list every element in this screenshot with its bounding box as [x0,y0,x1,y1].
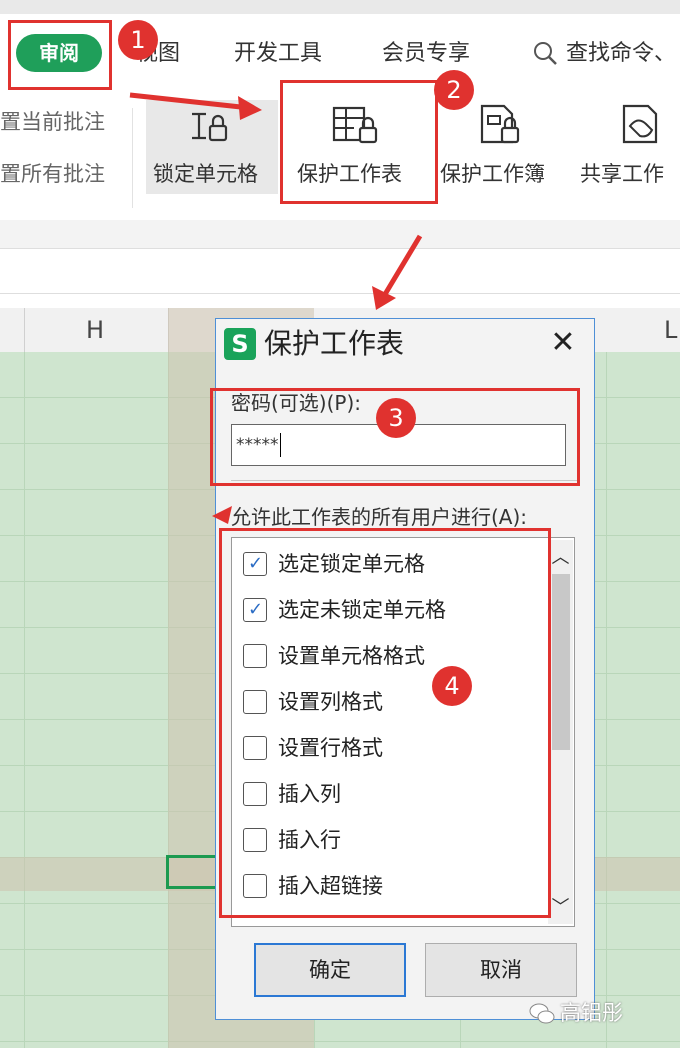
watermark-text: 高铝彤 [560,1001,623,1025]
annotation-arrows [129,92,423,524]
step-badge-2: 2 [434,70,474,110]
wechat-icon [528,1000,556,1028]
step-badge-3: 3 [376,398,416,438]
step-badge-1: 1 [118,20,158,60]
step-badge-4: 4 [432,666,472,706]
